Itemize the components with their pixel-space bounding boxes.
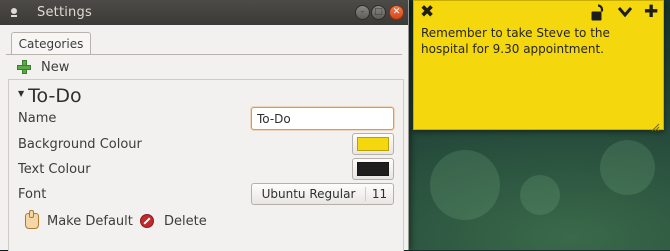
close-icon[interactable]: ✖ [420, 4, 434, 21]
wallpaper-bokeh [600, 140, 655, 195]
delete-button[interactable]: Delete [140, 211, 207, 231]
name-label: Name [18, 111, 57, 126]
minimize-button[interactable]: – [355, 5, 370, 20]
text-colour-label: Text Colour [18, 162, 91, 177]
add-note-icon[interactable]: ✚ [644, 4, 658, 21]
delete-icon [140, 214, 154, 228]
font-button[interactable]: Ubuntu Regular 11 [251, 183, 394, 205]
category-expander[interactable]: ▼ To-Do [18, 85, 82, 107]
delete-label: Delete [164, 213, 207, 229]
unlock-icon[interactable] [591, 4, 605, 22]
text-colour-swatch [357, 162, 389, 176]
tab-categories[interactable]: Categories [11, 32, 91, 55]
font-label: Font [18, 187, 47, 202]
font-name: Ubuntu Regular [252, 187, 366, 201]
new-label: New [41, 59, 70, 75]
category-title: To-Do [28, 85, 82, 107]
make-default-label: Make Default [47, 213, 133, 229]
make-default-button[interactable]: Make Default [25, 210, 133, 231]
font-size: 11 [371, 187, 388, 201]
wallpaper-bokeh [430, 150, 500, 220]
maximize-button[interactable]: □ [371, 5, 386, 20]
background-colour-label: Background Colour [18, 137, 142, 152]
plus-icon [17, 60, 31, 74]
new-category-button[interactable]: New [17, 58, 69, 76]
chevron-down-icon[interactable] [617, 6, 633, 20]
text-colour-button[interactable] [352, 158, 394, 180]
background-colour-button[interactable] [352, 133, 394, 155]
window-title: Settings [37, 5, 92, 20]
settings-window: Settings – □ ✕ Categories New ▼ To-Do Na… [0, 0, 409, 251]
titlebar[interactable]: Settings – □ ✕ [0, 0, 408, 25]
sticky-note[interactable]: ✖ ✚ Remember to take Steve to the hospit… [413, 0, 664, 132]
expander-arrow-icon: ▼ [18, 88, 25, 98]
hand-pointer-icon [25, 210, 39, 229]
background-colour-swatch [357, 137, 389, 151]
note-text[interactable]: Remember to take Steve to the hospital f… [421, 25, 657, 57]
app-icon [8, 6, 20, 18]
name-field[interactable] [251, 107, 394, 130]
resize-grip-icon[interactable] [651, 117, 660, 132]
wallpaper-bokeh [520, 175, 560, 215]
close-button[interactable]: ✕ [389, 5, 404, 20]
tab-divider [6, 54, 402, 55]
